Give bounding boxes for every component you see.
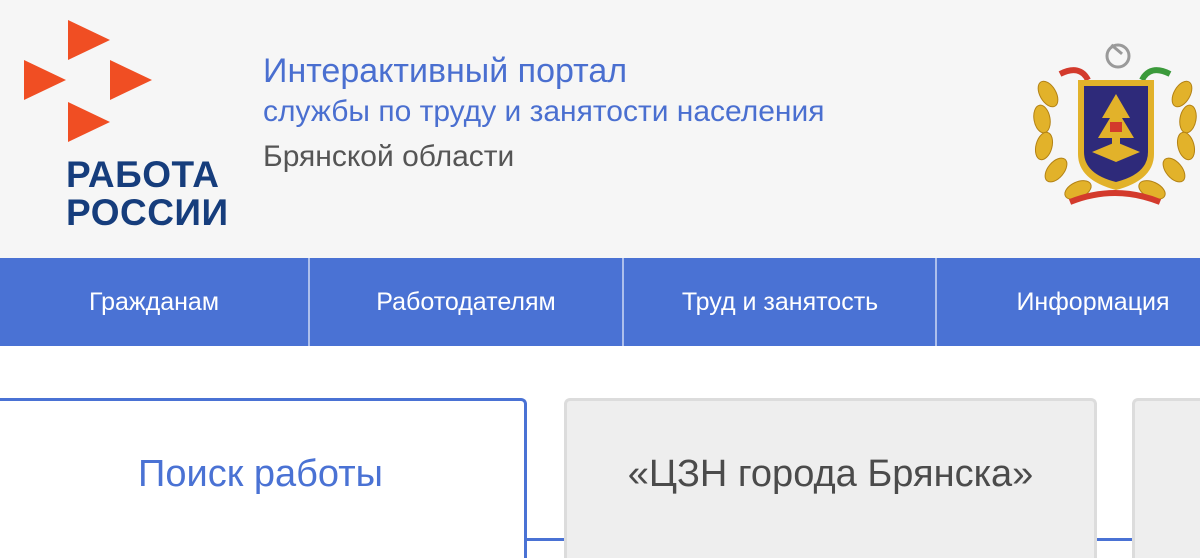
nav-item-employers[interactable]: Работодателям	[310, 258, 622, 346]
bryansk-coat-of-arms-icon	[1033, 43, 1197, 205]
tab-job-search[interactable]: Поиск работы	[0, 398, 527, 558]
tab-czn-bryansk[interactable]: «ЦЗН города Брянска»	[564, 398, 1097, 558]
tab-partial[interactable]: З	[1132, 398, 1200, 558]
portal-title-line-2: службы по труду и занятости населения	[263, 95, 825, 128]
logo-line-1: РАБОТА	[66, 154, 220, 195]
main-nav: Гражданам Работодателям Труд и занятость…	[0, 258, 1200, 346]
logo-wordmark: РАБОТА РОССИИ	[66, 156, 229, 232]
tab-label: «ЦЗН города Брянска»	[627, 453, 1034, 495]
nav-item-citizens[interactable]: Гражданам	[0, 258, 308, 346]
site-header: РАБОТА РОССИИ Интерактивный портал служб…	[0, 0, 1200, 258]
logo-line-2: РОССИИ	[66, 192, 229, 233]
nav-item-labor-employment[interactable]: Труд и занятость	[624, 258, 936, 346]
portal-title-line-1: Интерактивный портал	[263, 52, 628, 90]
portal-title: Интерактивный портал службы по труду и з…	[263, 50, 983, 182]
tab-label: Поиск работы	[138, 453, 383, 495]
nav-item-information[interactable]: Информация	[937, 258, 1200, 346]
portal-title-line-3: Брянской области	[263, 140, 515, 173]
logo-arrows-icon	[24, 20, 152, 142]
rabota-rossii-logo[interactable]: РАБОТА РОССИИ	[18, 16, 248, 238]
